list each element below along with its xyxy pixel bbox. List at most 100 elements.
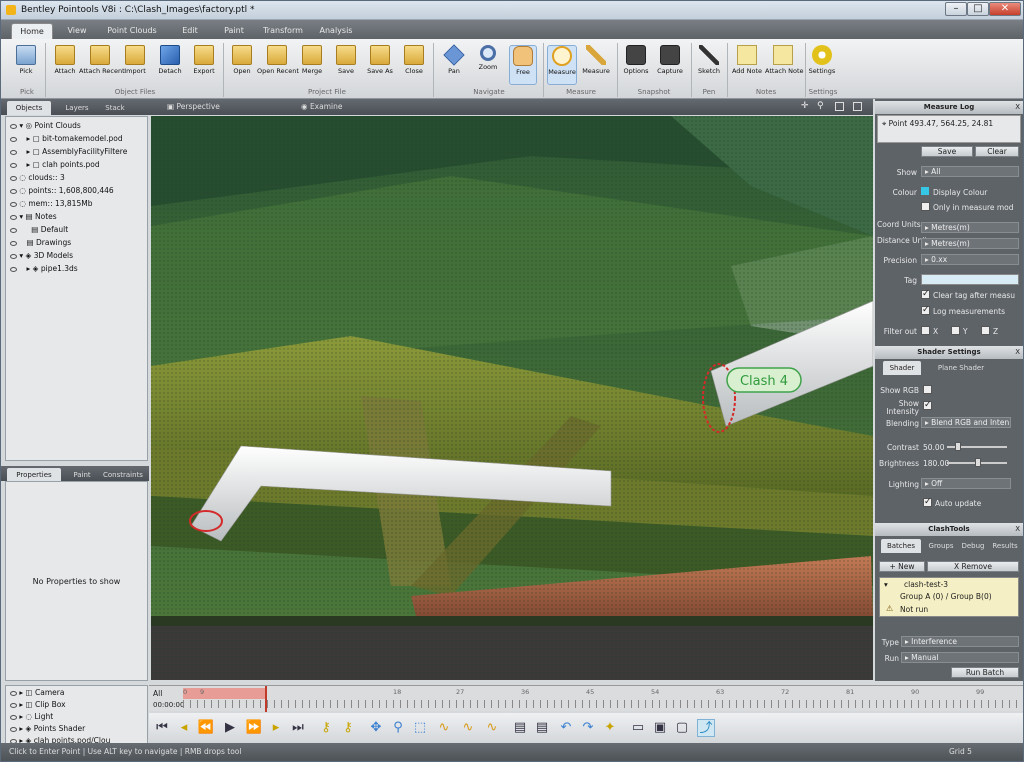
tab-edit[interactable]: Edit [171,23,209,39]
import-button[interactable]: Import [122,45,148,75]
close-icon[interactable]: X [1015,346,1020,359]
distance-units-select[interactable]: ▸ Metres(m) [921,238,1019,249]
show-select[interactable]: ▸ All [921,166,1019,177]
new-batch-button[interactable]: + New [879,561,925,572]
attach-button[interactable]: Attach [51,45,79,75]
tag-input[interactable] [921,274,1019,285]
blending-select[interactable]: ▸ Blend RGB and Inten [921,417,1011,428]
tab-constraints[interactable]: Constraints [99,468,147,482]
clear-tag-checkbox[interactable] [921,289,930,299]
skip-start-icon[interactable]: ⏮ [153,719,171,737]
eye-icon[interactable] [10,726,17,732]
list-item-camera[interactable]: ▸ ◫ Camera [10,687,64,699]
lighting-select[interactable]: ▸ Off [921,478,1011,489]
curve-edit-icon[interactable]: ∿ [459,719,477,737]
capture-button[interactable]: Capture [655,45,685,75]
eye-icon[interactable] [10,240,17,246]
tree-item-pod[interactable]: ▸ ▢ AssemblyFacilityFiltere [10,146,127,158]
add-note-button[interactable]: Add Note [731,45,763,75]
colour-swatch[interactable] [921,187,929,195]
batch-expand-icon[interactable]: ▾ [884,580,888,589]
attach-recent-button[interactable]: Attach Recent [79,45,125,75]
options-button[interactable]: Options [621,45,651,75]
crosshair-icon[interactable]: ✛ [801,101,809,111]
auto-update-checkbox[interactable] [923,497,932,507]
tab-view[interactable]: View [59,23,95,39]
tree-item-pipe[interactable]: ▸ ◈ pipe1.3ds [10,263,78,275]
list-item-points-shader[interactable]: ▸ ◈ Points Shader [10,723,85,735]
tree-item-pod[interactable]: ▸ ▢ clah points.pod [10,159,100,171]
select-tool-icon[interactable]: ⬚ [411,719,429,737]
tab-shader[interactable]: Shader [883,361,921,375]
save-button[interactable]: Save [333,45,359,75]
list-item-light[interactable]: ▸ ◌ Light [10,711,53,723]
eye-icon[interactable] [10,690,17,696]
contrast-slider[interactable] [947,442,1007,451]
add-key-icon[interactable]: ⚷ [317,719,335,737]
window-icon[interactable]: ▭ [629,719,647,737]
panel-icon[interactable]: ▣ [651,719,669,737]
clash-type-select[interactable]: ▸ Interference [901,636,1019,647]
tab-transform[interactable]: Transform [257,23,309,39]
tree-item-notes[interactable]: ▾ ▤ Notes [10,211,57,223]
open-button[interactable]: Open [229,45,255,75]
tab-plane-shader[interactable]: Plane Shader [931,361,991,375]
filter-z-checkbox[interactable] [981,326,990,335]
eye-icon[interactable] [10,149,17,155]
remove-key-icon[interactable]: ⚷ [339,719,357,737]
wand-icon[interactable]: ✦ [601,719,619,737]
coord-units-select[interactable]: ▸ Metres(m) [921,222,1019,233]
attach-note-button[interactable]: Attach Note [765,45,804,75]
next-key-icon[interactable]: ▸ [267,719,285,737]
measure-ruler-button[interactable]: Measure [581,45,611,75]
filter-y-checkbox[interactable] [951,326,960,335]
tab-debug[interactable]: Debug [959,539,987,553]
tab-analysis[interactable]: Analysis [313,23,359,39]
close-icon[interactable]: X [1015,101,1020,114]
close-file-button[interactable]: Close [401,45,427,75]
export-button[interactable]: Export [189,45,219,75]
brightness-slider-thumb[interactable] [975,458,981,467]
close-window-button[interactable]: ✕ [989,2,1021,16]
tab-paint[interactable]: Paint [215,23,253,39]
measure-clear-button[interactable]: Clear [975,146,1019,157]
tree-item-point-clouds[interactable]: ▾ ◎ Point Clouds [10,120,81,132]
tab-results[interactable]: Results [989,539,1021,553]
minimize-button[interactable]: – [945,2,967,16]
pick-button[interactable]: Pick [11,45,41,75]
examine-button[interactable]: ◉ Examine [301,102,342,111]
tab-stack[interactable]: Stack [99,101,131,115]
page-icon[interactable]: ▢ [673,719,691,737]
tab-properties[interactable]: Properties [7,468,61,482]
zoom-tool-icon[interactable]: ⚲ [389,719,407,737]
3d-viewport[interactable]: Clash 4 [151,116,873,680]
pan-tool-icon[interactable]: ✥ [367,719,385,737]
batch-item[interactable]: ▾ clash-test-3 Group A (0) / Group B(0) … [879,577,1019,617]
precision-select[interactable]: ▸ 0.xx [921,254,1019,265]
curve-icon[interactable]: ∿ [435,719,453,737]
eye-icon[interactable] [10,175,17,181]
sketch-button[interactable]: Sketch [695,45,723,75]
settings-button[interactable]: Settings [807,45,837,75]
tab-paint-props[interactable]: Paint [67,468,97,482]
filter-x-checkbox[interactable] [921,326,930,335]
show-rgb-checkbox[interactable] [923,385,932,394]
tree-item-default[interactable]: ▤ Default [10,224,68,236]
log-measurements-checkbox[interactable] [921,305,930,315]
timeline[interactable]: All 00:00:00 0 9 18 27 36 45 54 63 72 81… [149,685,1023,712]
free-button[interactable]: Free [509,45,537,85]
play-icon[interactable]: ▶ [221,719,239,737]
measure-save-button[interactable]: Save [921,146,973,157]
open-recent-button[interactable]: Open Recent [257,45,299,75]
eye-icon[interactable] [10,714,17,720]
zoom-button[interactable]: Zoom [475,45,501,71]
only-measure-checkbox[interactable] [921,202,930,211]
tab-batches[interactable]: Batches [881,539,921,553]
skip-end-icon[interactable]: ⏭ [289,719,307,737]
prev-key-icon[interactable]: ◂ [175,719,193,737]
perspective-button[interactable]: ▣ Perspective [167,102,220,111]
brightness-slider[interactable] [947,458,1007,467]
eye-icon[interactable] [10,201,17,207]
clash-run-select[interactable]: ▸ Manual [901,652,1019,663]
eye-icon[interactable] [10,227,17,233]
